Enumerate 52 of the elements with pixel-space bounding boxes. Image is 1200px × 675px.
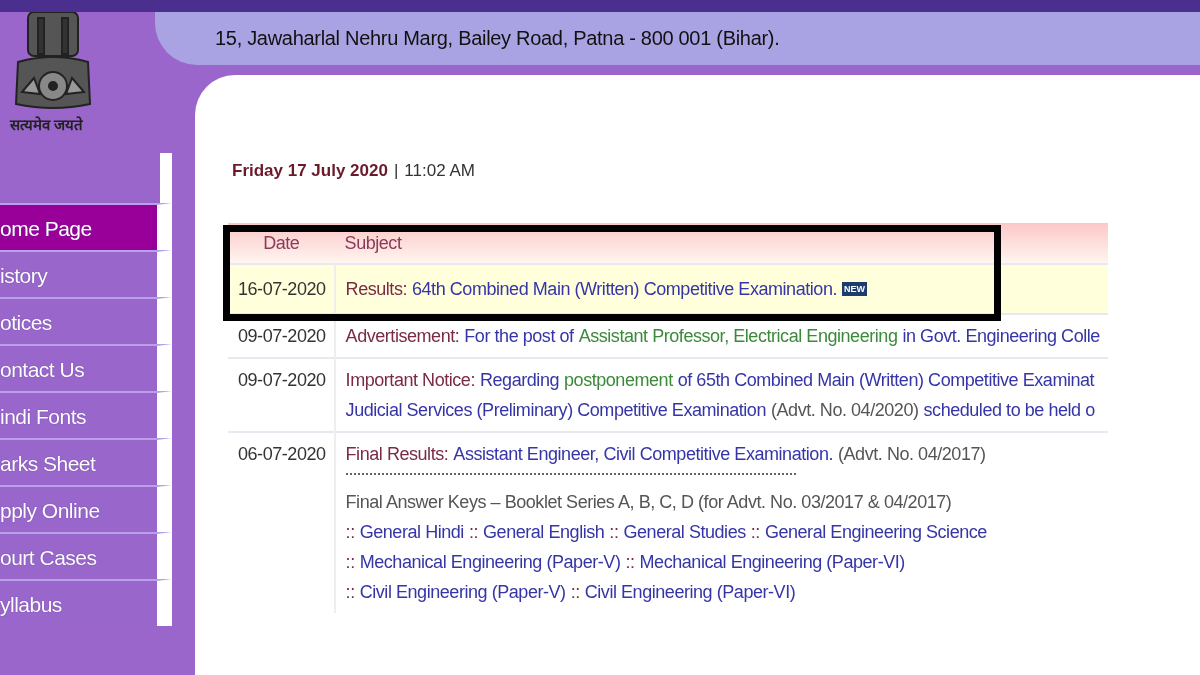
notice-text: (Advt. No. 04/2020) (771, 399, 919, 422)
separator-text: :: (625, 551, 635, 574)
notice-link[interactable]: General English (483, 517, 605, 547)
notice-link[interactable]: of 65th Combined Main (Written) Competitive Examinat (677, 365, 1095, 395)
notice-label: Advertisement: (345, 325, 460, 348)
notice-link[interactable]: General Studies (623, 517, 746, 547)
address-text: 15, Jawaharlal Nehru Marg, Bailey Road, Patna - 800 001 (Bihar). (215, 27, 780, 50)
date-cell: 09-07-2020 (228, 314, 335, 358)
date-text: Friday 17 July 2020 (232, 161, 388, 181)
separator-text: :: (468, 521, 478, 544)
notice-label: Important Notice: (345, 369, 475, 392)
notice-link[interactable]: postponement (564, 365, 673, 395)
separator-text: | (393, 161, 399, 181)
separator-text: :: (570, 581, 580, 604)
date-cell: 16-07-2020 (228, 264, 335, 314)
separator-text: :: (345, 581, 355, 604)
notice-link[interactable]: Assistant Professor, Electrical Engineering (578, 321, 898, 351)
motto-text: सत्यमेव जयते (10, 115, 84, 134)
notice-text: Final Answer Keys – Booklet Series A, B, C, D (for Advt. No. 03/2017 & 04/2017) (345, 491, 952, 514)
separator-text: :: (345, 551, 355, 574)
notice-link[interactable]: General Engineering Science (764, 517, 987, 547)
nav-item[interactable]: ontact Us (0, 344, 172, 391)
notice-link[interactable]: scheduled to be held o (923, 395, 1095, 425)
new-badge: NEW (842, 282, 867, 296)
nav-item[interactable]: ome Page (0, 203, 172, 250)
notice-link[interactable]: Assistant Engineer, Civil Competitive Examination. (453, 439, 833, 469)
notice-link[interactable]: Civil Engineering (Paper-VI) (584, 577, 796, 607)
notice-link[interactable]: For the post of (464, 321, 574, 351)
nav-item[interactable]: arks Sheet (0, 438, 172, 485)
notice-text: (Advt. No. 04/2017) (838, 443, 986, 466)
notice-label: Results: (345, 278, 407, 301)
notice-link[interactable]: in Govt. Engineering Colle (902, 321, 1100, 351)
notice-link[interactable]: General Hindi (359, 517, 464, 547)
separator-text: :: (609, 521, 619, 544)
notice-link[interactable]: Mechanical Engineering (Paper-VI) (639, 547, 905, 577)
nav-item[interactable]: istory (0, 250, 172, 297)
notice-label: Final Results: (345, 443, 449, 466)
nav-item[interactable]: yllabus (0, 579, 172, 626)
notice-link[interactable]: Mechanical Engineering (Paper-V) (359, 547, 621, 577)
notice-link[interactable]: 64th Combined Main (Written) Competitive Examination. (412, 274, 837, 304)
notice-link[interactable]: Regarding (480, 365, 559, 395)
nav-item[interactable]: indi Fonts (0, 391, 172, 438)
time-text: 11:02 AM (404, 161, 475, 181)
separator-text: :: (345, 521, 355, 544)
nav-item[interactable]: ourt Cases (0, 532, 172, 579)
nav-item[interactable]: otices (0, 297, 172, 344)
date-cell: 09-07-2020 (228, 358, 335, 432)
date-cell: 06-07-2020 (228, 432, 335, 613)
separator-text: :: (750, 521, 760, 544)
notice-link[interactable]: Judicial Services (Preliminary) Competitive Examination (345, 395, 766, 425)
notice-link[interactable]: Civil Engineering (Paper-V) (359, 577, 566, 607)
nav-item[interactable]: pply Online (0, 485, 172, 532)
